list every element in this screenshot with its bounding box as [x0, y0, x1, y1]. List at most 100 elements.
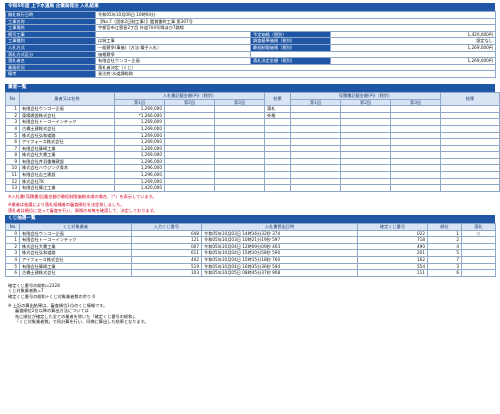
col-bid-round-3: 第3回: [213, 98, 266, 107]
col-submit-date: 入札書提出日時: [201, 223, 358, 231]
bidder-name: 株式会社ハウジング青木: [19, 164, 115, 173]
estimate-round-2: [340, 144, 392, 153]
table-row: 4 アイフォース株式会社 402 令和05年10月04日 15時15分18秒 760 1…: [5, 256, 496, 264]
row-no: 9: [5, 157, 20, 166]
info-label: 落札方式区分: [5, 50, 96, 59]
row-no: 0: [5, 229, 20, 238]
bid-result: [264, 177, 292, 186]
min-limit-price: 1,269,000円: [330, 43, 496, 52]
estimate-result: [440, 138, 500, 146]
col-bid-round-2: 第2回: [164, 98, 215, 107]
bid-result: [264, 157, 292, 166]
row-no: 1: [5, 236, 20, 244]
bid-amount-round-2: [164, 171, 215, 179]
table-row: 4 古橋土建株式会社 1,269,000: [5, 124, 500, 133]
estimate-result: [440, 171, 500, 179]
confirm-number: 554: [357, 262, 428, 271]
input-number: 121: [131, 236, 202, 244]
col-lottery-bidder: くじ対象業者: [19, 223, 132, 231]
submit-date: 令和05年10月04日 16時35分36秒 594: [201, 262, 358, 271]
estimate-result: [440, 124, 500, 133]
table-row: 0 有限会社ウンコー企画 648 令和05年10月03日 14時16分32秒 374 0…: [5, 229, 496, 238]
info-label: 工事名称: [5, 17, 96, 26]
bid-amount-round-3: [213, 177, 266, 186]
estimate-result: [440, 164, 500, 173]
estimate-round-2: [340, 164, 392, 173]
bidder-list-heading: 業者一覧: [5, 83, 495, 92]
col-won: 落札: [461, 223, 496, 231]
col-confirm-number: 確定くじ番号: [357, 223, 428, 231]
winning-price: 1,269,000円: [330, 57, 496, 65]
bid-amount-round-2: [164, 118, 215, 126]
estimate-round-2: [340, 131, 392, 140]
estimate-result: [440, 184, 500, 192]
bidder-table-body: 1 有限会社ウンコー企画 1,269,000 落札 2 東陽建設株式会社 *1,266,00…: [5, 105, 500, 192]
lottery-list-heading: くじ抽選一覧: [5, 215, 495, 224]
bid-amount-round-1: 1,296,000: [114, 171, 165, 179]
row-no: 4: [5, 256, 20, 264]
rank: 5: [427, 249, 462, 258]
table-row: 12 株式会社TK 1,269,000: [5, 177, 500, 186]
bid-amount-round-3: [213, 124, 266, 133]
input-number: 519: [131, 262, 202, 271]
bidder-name: 有限会社篠江工業: [19, 184, 115, 192]
table-row: 8 株式会社大貫工業 1,269,000: [5, 151, 500, 159]
estimate-round-3: [390, 184, 442, 192]
bid-amount-round-2: [164, 164, 215, 173]
bidder-name: 東陽建設株式会社: [19, 111, 115, 120]
won-mark: [461, 262, 496, 271]
estimate-round-3: [390, 164, 442, 173]
bid-amount-round-2: [164, 144, 215, 153]
bid-result: [264, 171, 292, 179]
confirm-number: 201: [357, 249, 428, 258]
input-number: 611: [131, 249, 202, 258]
bid-result: [264, 144, 292, 153]
bid-amount-round-1: 1,296,000: [114, 157, 165, 166]
estimate-round-1: [290, 157, 342, 166]
bid-amount-round-1: 1,269,000: [114, 131, 165, 140]
estimate-result: [440, 118, 500, 126]
table-row: 6 アイフォース株式会社 1,269,000: [5, 138, 500, 146]
estimate-round-2: [340, 111, 392, 120]
estimate-round-2: [340, 177, 392, 186]
lottery-table-body: 0 有限会社ウンコー企画 648 令和05年10月03日 14時16分32秒 374 0…: [5, 229, 496, 277]
table-row: 5 有限会社篠崎工業 519 令和05年10月04日 16時35分36秒 594 554…: [5, 262, 496, 271]
bid-amount-round-1: 1,269,000: [114, 151, 165, 159]
table-row: 6 古橋土建株式会社 103 令和05年10月05日 08時45分37秒 908 111…: [5, 269, 496, 277]
estimate-round-1: [290, 131, 342, 140]
bid-amount-round-3: [213, 105, 266, 113]
bidder-name: 有限会社ウンコー企画: [19, 105, 115, 113]
estimate-result: [440, 111, 500, 120]
lottery-table: No くじ対象業者 入力くじ番号 入札書提出日時 確定くじ番号 順位 落札 0有…: [5, 223, 496, 277]
bidder-name: 株式会社大貫工業: [19, 151, 115, 159]
won-mark: [461, 242, 496, 251]
rank: 4: [427, 242, 462, 251]
col-bid-group: 入札書記載金額(円)（税別）: [113, 91, 266, 100]
col-input-number: 入力くじ番号: [131, 223, 202, 231]
info-label: 落札決定金額（税別）: [250, 57, 331, 65]
row-no: 5: [5, 131, 20, 140]
estimate-round-3: [390, 177, 442, 186]
submit-date: 令和05年10月03日 10時21分19秒 597: [201, 236, 358, 244]
estimate-result: [440, 144, 500, 153]
info-value: 一般競争(事後)（方法:電子入札）: [95, 43, 251, 52]
col-estimate-round-1: 第1回: [290, 98, 342, 107]
bid-amount-round-2: [164, 138, 215, 146]
estimate-round-2: [340, 105, 392, 113]
estimate-round-1: [290, 118, 342, 126]
lottery-bidder-name: 有限会社篠崎工業: [19, 262, 132, 271]
bid-amount-round-1: 1,269,000: [114, 105, 165, 113]
info-label: 落札者名: [5, 57, 96, 65]
estimate-round-1: [290, 184, 342, 192]
submit-date: 令和05年10月04日 15時10分58秒 590: [201, 249, 358, 258]
info-label: 予定価格（税別）: [250, 30, 331, 39]
bidder-name: 株式会社弘和道路: [19, 131, 115, 140]
planned-price: 1,420,000円: [330, 30, 496, 39]
table-row: 1 有限会社トーコーインテック 121 令和05年10月03日 10時21分19秒 5…: [5, 236, 496, 244]
lottery-bidder-name: 有限会社ウンコー企画: [19, 229, 132, 238]
info-label: 工事場所: [5, 24, 96, 32]
bidder-name: 古橋土建株式会社: [19, 124, 115, 133]
bid-amount-round-3: [213, 118, 266, 126]
row-no: 8: [5, 151, 20, 159]
info-value: 価格競争: [95, 50, 251, 59]
